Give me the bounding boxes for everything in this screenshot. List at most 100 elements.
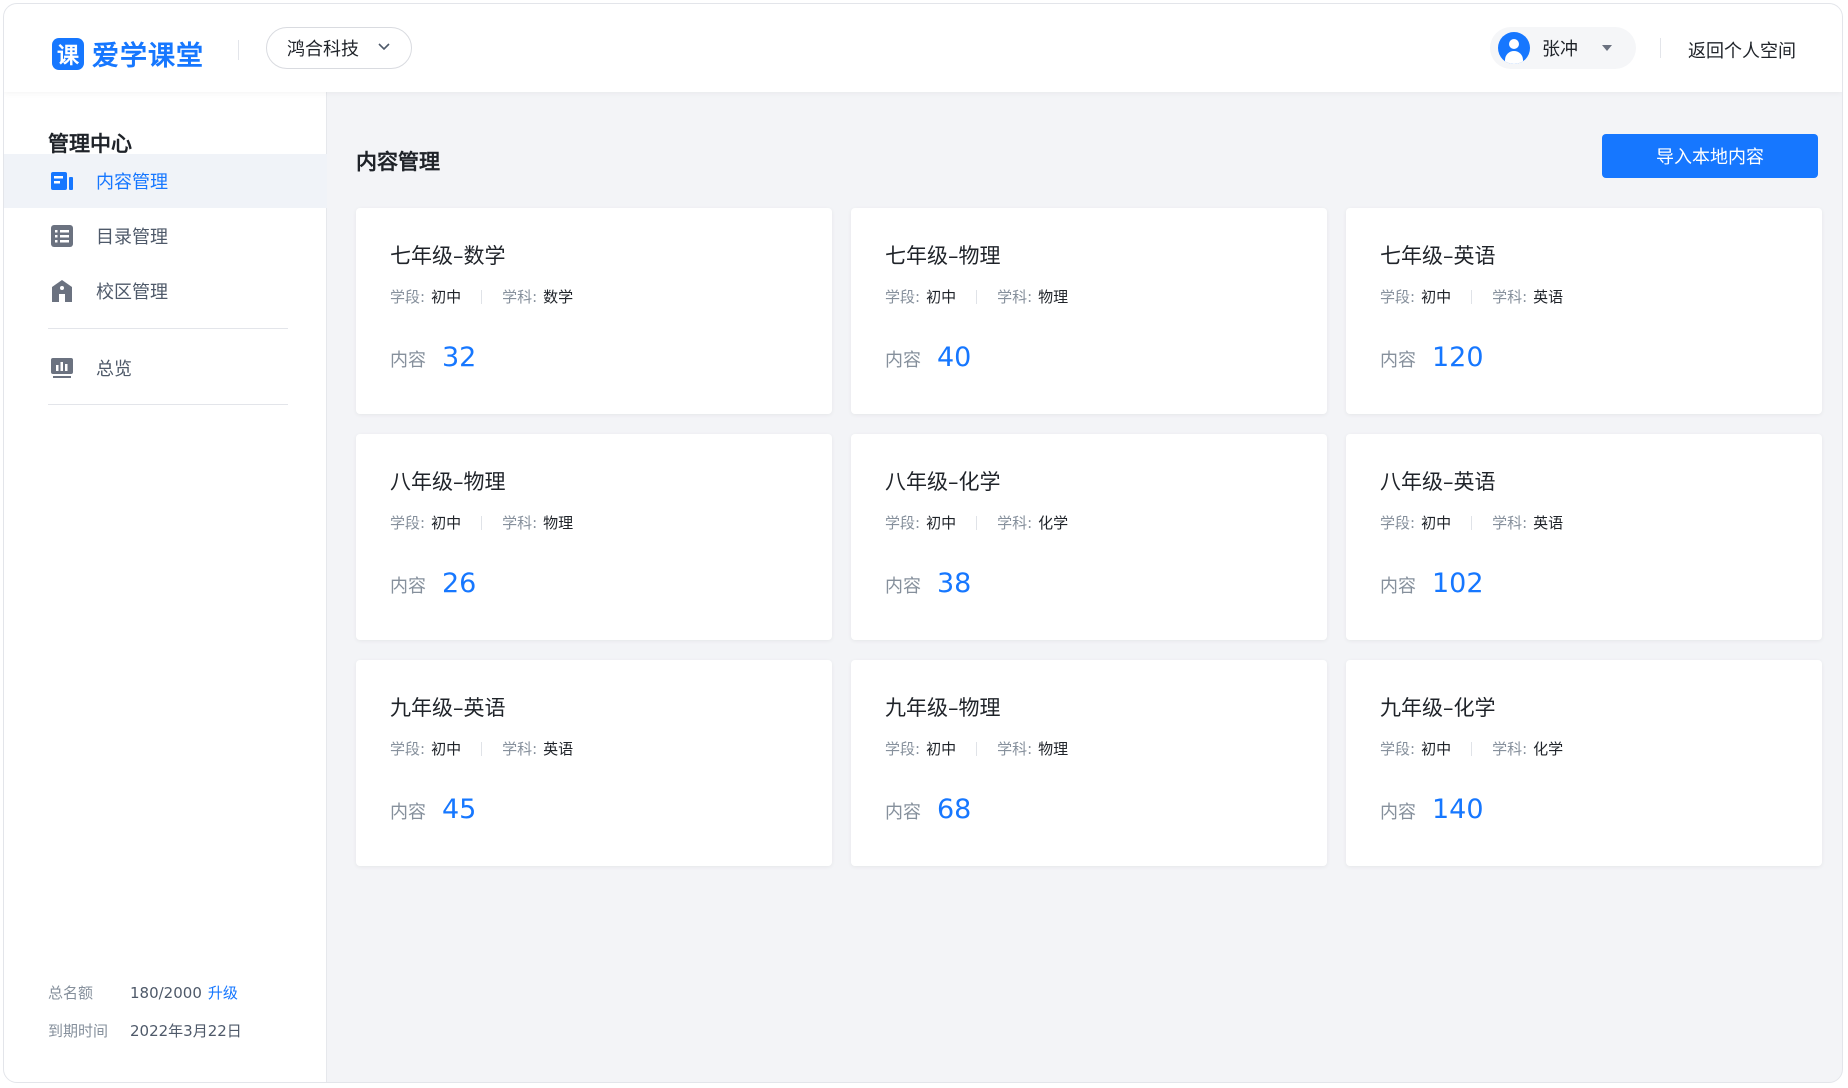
count-label: 内容 — [885, 802, 921, 823]
content-card[interactable]: 七年级–数学 学段: 初中 学科: 数学 内容 32 — [356, 208, 832, 414]
org-select[interactable]: 鸿合科技 — [266, 27, 412, 69]
sidebar-item-overview[interactable]: 总览 — [4, 341, 327, 395]
stage-label: 学段: — [1380, 740, 1416, 758]
subject-value: 英语 — [1533, 514, 1564, 532]
sidebar-item-catalog[interactable]: 目录管理 — [4, 209, 327, 263]
card-title: 九年级–化学 — [1380, 696, 1496, 720]
avatar-icon — [1498, 32, 1530, 64]
subject-label: 学科: — [502, 288, 538, 306]
card-title: 八年级–英语 — [1380, 470, 1496, 494]
content-card[interactable]: 七年级–物理 学段: 初中 学科: 物理 内容 40 — [851, 208, 1327, 414]
subject-value: 英语 — [1533, 288, 1564, 306]
count-value: 38 — [937, 568, 972, 599]
org-name: 鸿合科技 — [287, 39, 359, 60]
subject-value: 化学 — [1038, 514, 1069, 532]
upgrade-link[interactable]: 升级 — [208, 984, 238, 1002]
card-count: 内容 120 — [1380, 342, 1484, 373]
card-title: 七年级–数学 — [390, 244, 506, 268]
subject-value: 物理 — [1038, 740, 1069, 758]
stage-value: 初中 — [431, 288, 462, 306]
subject-label: 学科: — [1492, 740, 1528, 758]
caret-down-icon — [1602, 45, 1612, 51]
content-card[interactable]: 七年级–英语学段: 初中 学科: 英语 内容 120 — [1346, 208, 1822, 414]
count-label: 内容 — [885, 576, 921, 597]
meta-divider — [1471, 741, 1473, 756]
subject-value: 化学 — [1533, 740, 1564, 758]
subject-value: 英语 — [543, 740, 574, 758]
sidebar-item-label: 校区管理 — [96, 282, 168, 303]
quota-total-value: 180/2000 — [130, 984, 202, 1002]
stage-value: 初中 — [926, 514, 957, 532]
subject-label: 学科: — [502, 740, 538, 758]
building-icon — [52, 280, 72, 302]
count-label: 内容 — [885, 350, 921, 371]
stage-label: 学段: — [1380, 288, 1416, 306]
sidebar-divider — [48, 328, 288, 329]
card-meta: 学段: 初中 学科: 化学 — [1380, 738, 1563, 759]
meta-divider — [481, 289, 483, 304]
count-label: 内容 — [1380, 576, 1416, 597]
card-meta: 学段: 初中 学科: 化学 — [885, 512, 1068, 533]
meta-divider — [976, 289, 978, 304]
card-title: 八年级–物理 — [390, 470, 506, 494]
card-count: 内容 26 — [390, 568, 476, 599]
content-card[interactable]: 八年级–化学学段: 初中 学科: 化学 内容 38 — [851, 434, 1327, 640]
top-header: 课 爱学课堂 鸿合科技 张冲 返回个人空间 — [4, 4, 1842, 92]
content-card[interactable]: 九年级–化学 学段: 初中 学科: 化学 内容 140 — [1346, 660, 1822, 866]
app-window: 课 爱学课堂 鸿合科技 张冲 返回个人空间 管理中心 内容管理 目录管理 校区管… — [3, 3, 1843, 1083]
sidebar-item-campus[interactable]: 校区管理 — [4, 264, 327, 318]
count-value: 68 — [937, 794, 972, 825]
user-menu[interactable]: 张冲 — [1490, 27, 1636, 69]
chart-icon — [51, 358, 73, 378]
card-count: 内容 45 — [390, 794, 476, 825]
content-card[interactable]: 八年级–物理 学段: 初中 学科: 物理 内容 26 — [356, 434, 832, 640]
app-logo[interactable]: 课 爱学课堂 — [52, 34, 204, 73]
quota-total-label: 总名额 — [48, 984, 94, 1002]
content-card-grid: 七年级–数学 学段: 初中 学科: 数学 内容 32 七年级–物理 学段: 初中 学科: 物理 内容 40… — [356, 208, 1822, 868]
count-value: 120 — [1432, 342, 1484, 373]
card-meta: 学段: 初中 学科: 英语 — [1380, 286, 1563, 307]
content-card[interactable]: 九年级–物理 学段: 初中 学科: 物理 内容 68 — [851, 660, 1327, 866]
header-divider — [238, 40, 239, 60]
meta-divider — [481, 515, 483, 530]
stage-label: 学段: — [390, 514, 426, 532]
stage-label: 学段: — [885, 740, 921, 758]
count-value: 32 — [442, 342, 477, 373]
stage-label: 学段: — [390, 288, 426, 306]
subject-value: 物理 — [1038, 288, 1069, 306]
expiry-value: 2022年3月22日 — [130, 1022, 242, 1040]
subject-label: 学科: — [997, 288, 1033, 306]
card-title: 九年级–英语 — [390, 696, 506, 720]
card-meta: 学段: 初中 学科: 英语 — [1380, 512, 1563, 533]
sidebar-item-label: 目录管理 — [96, 227, 168, 248]
subject-label: 学科: — [1492, 514, 1528, 532]
stage-value: 初中 — [1421, 740, 1452, 758]
stage-value: 初中 — [926, 288, 957, 306]
stage-label: 学段: — [885, 288, 921, 306]
import-local-content-button[interactable]: 导入本地内容 — [1602, 134, 1818, 178]
stage-value: 初中 — [926, 740, 957, 758]
stage-label: 学段: — [1380, 514, 1416, 532]
content-card[interactable]: 八年级–英语 学段: 初中 学科: 英语 内容 102 — [1346, 434, 1822, 640]
sidebar-item-content[interactable]: 内容管理 — [4, 154, 327, 208]
card-meta: 学段: 初中 学科: 数学 — [390, 286, 573, 307]
card-title: 七年级–物理 — [885, 244, 1001, 268]
chevron-down-icon — [378, 43, 390, 51]
sidebar-item-label: 总览 — [96, 359, 132, 380]
card-title: 八年级–化学 — [885, 470, 1001, 494]
content-icon — [51, 172, 73, 190]
expiry-label: 到期时间 — [48, 1022, 109, 1040]
card-meta: 学段: 初中 学科: 物理 — [885, 286, 1068, 307]
logo-icon: 课 — [52, 37, 84, 70]
back-to-personal-link[interactable]: 返回个人空间 — [1688, 37, 1796, 63]
count-label: 内容 — [1380, 350, 1416, 371]
content-card[interactable]: 九年级–英语 学段: 初中 学科: 英语 内容 45 — [356, 660, 832, 866]
stage-label: 学段: — [390, 740, 426, 758]
sidebar-divider — [48, 404, 288, 405]
page-title: 内容管理 — [356, 150, 440, 174]
card-count: 内容 38 — [885, 568, 971, 599]
card-title: 七年级–英语 — [1380, 244, 1496, 268]
count-label: 内容 — [390, 350, 426, 371]
quota-expiry: 到期时间 2022年3月22日 — [48, 1020, 242, 1041]
meta-divider — [481, 741, 483, 756]
